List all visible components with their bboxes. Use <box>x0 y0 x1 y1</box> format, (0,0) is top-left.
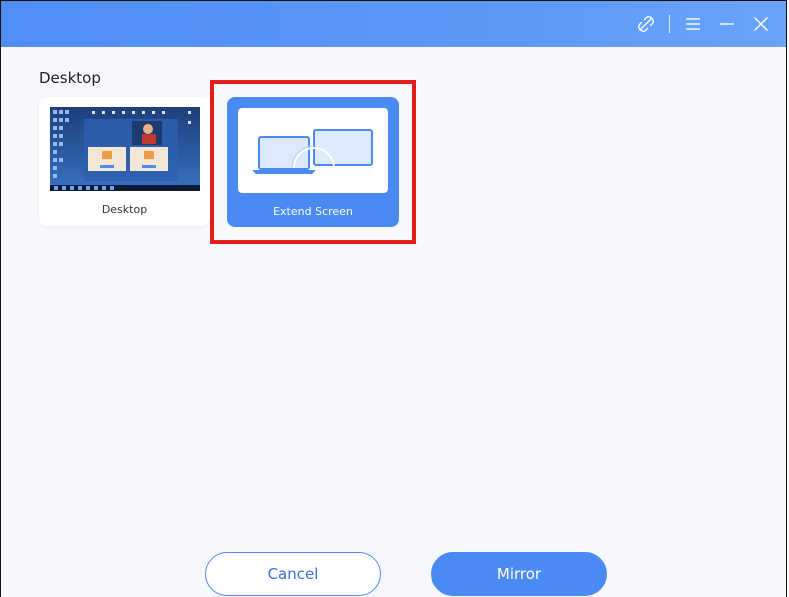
desktop-card[interactable]: Desktop <box>39 97 210 226</box>
extend-screen-icon <box>252 129 373 174</box>
mirror-button[interactable]: Mirror <box>431 552 607 596</box>
close-icon <box>754 17 768 31</box>
title-bar <box>1 1 786 47</box>
close-button[interactable] <box>744 1 778 47</box>
minimize-button[interactable] <box>710 1 744 47</box>
menu-icon <box>686 18 700 30</box>
unlink-button[interactable] <box>629 1 663 47</box>
desktop-card-label: Desktop <box>101 203 148 216</box>
titlebar-separator <box>669 15 670 33</box>
desktop-preview-image <box>50 110 200 191</box>
minimize-icon <box>720 23 734 25</box>
desktop-thumbnail <box>50 107 200 191</box>
section-title: Desktop <box>39 69 101 87</box>
app-window: Desktop Desktop Extend Screen Cancel Mir… <box>0 0 787 597</box>
extend-screen-label: Extend Screen <box>273 205 353 218</box>
menu-button[interactable] <box>676 1 710 47</box>
window-controls <box>629 1 778 47</box>
extend-screen-card[interactable]: Extend Screen <box>227 97 399 227</box>
unlink-icon <box>637 15 655 33</box>
extend-screen-preview <box>238 108 388 193</box>
cancel-button[interactable]: Cancel <box>205 552 381 596</box>
